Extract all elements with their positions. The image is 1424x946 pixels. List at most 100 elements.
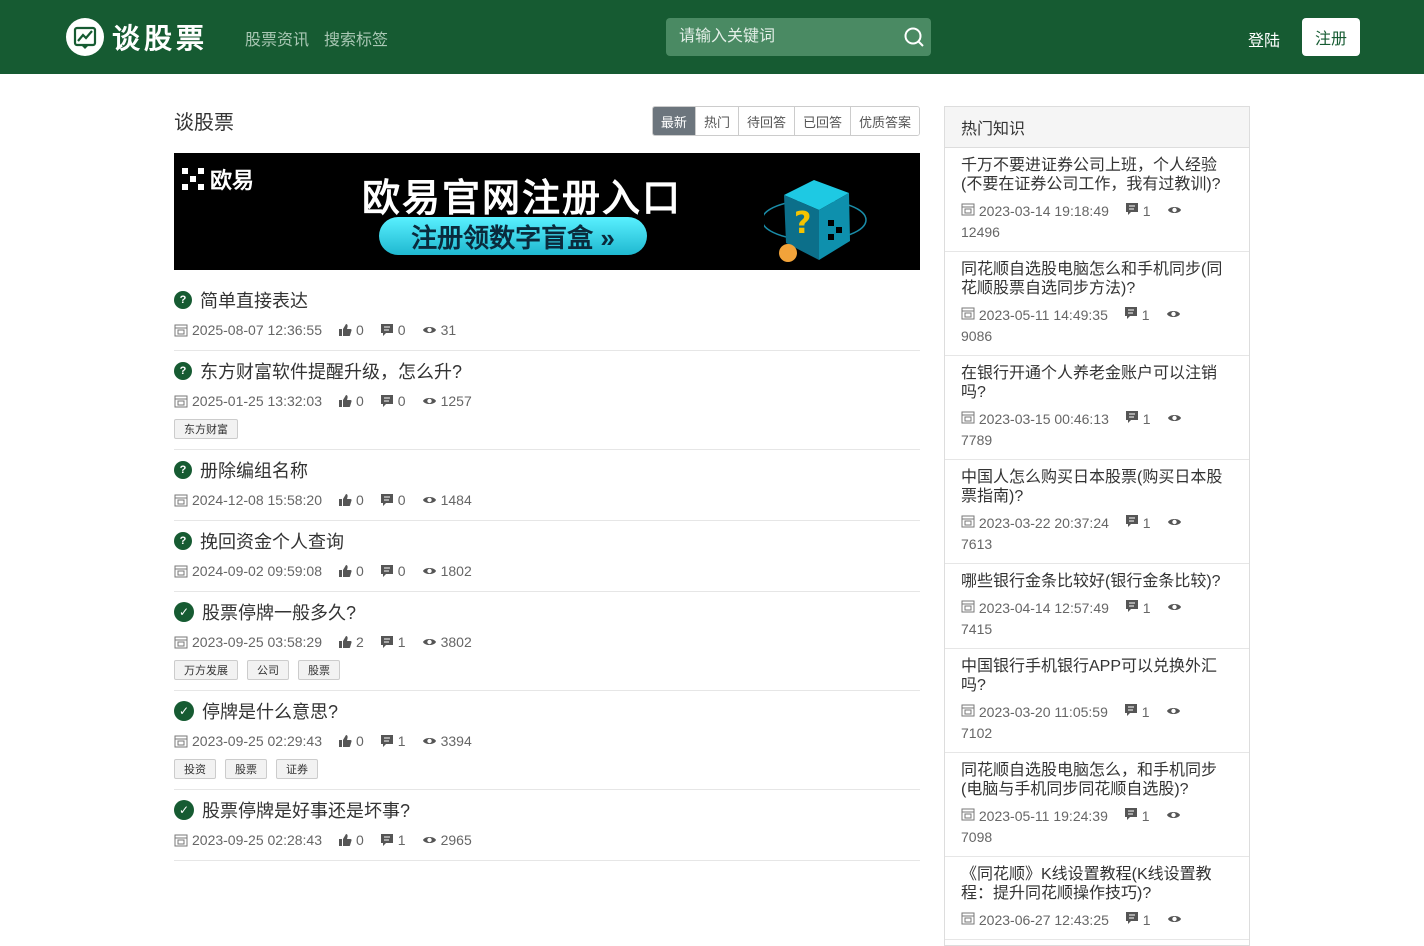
calendar-icon <box>174 394 188 408</box>
question-title[interactable]: 东方财富软件提醒升级，怎么升? <box>200 358 462 384</box>
svg-text:?: ? <box>794 206 811 241</box>
question-item: ? 东方财富软件提醒升级，怎么升? 2025-01-25 13:32:03 0 … <box>174 351 920 450</box>
thumbs-up-icon[interactable] <box>338 323 352 337</box>
login-link[interactable]: 登陆 <box>1248 27 1280 51</box>
hot-item-title[interactable]: 中国银行手机银行APP可以兑换外汇吗? <box>961 657 1233 695</box>
hot-item-title[interactable]: 哪些银行金条比较好(银行金条比较)? <box>961 572 1233 591</box>
question-title[interactable]: 股票停牌一般多久? <box>202 599 356 625</box>
question-title[interactable]: 停牌是什么意思? <box>202 698 338 724</box>
question-item: ? 简单直接表达 2025-08-07 12:36:55 0 0 31 <box>174 280 920 351</box>
eye-icon <box>1167 201 1182 222</box>
hot-item: 《同花顺》K线设置教程(K线设置教程：提升同花顺操作技巧)? 2023-06-2… <box>945 857 1249 940</box>
search-box <box>666 18 931 56</box>
comment-icon <box>1125 201 1139 222</box>
hot-item: 同花顺自选股电脑怎么和手机同步(同花顺股票自选同步方法)? 2023-05-11… <box>945 252 1249 356</box>
thumbs-up-icon[interactable] <box>338 493 352 507</box>
ad-banner[interactable]: 欧易 欧易官网注册入口 注册领数字盲盒 » ? <box>174 153 920 270</box>
question-list: ? 简单直接表达 2025-08-07 12:36:55 0 0 31 ? 东方… <box>174 280 920 861</box>
mystery-box-icon: ? <box>761 165 874 268</box>
question-item: ✓ 股票停牌是好事还是坏事? 2023-09-25 02:28:43 0 1 2… <box>174 790 920 861</box>
comment-icon <box>380 394 394 408</box>
thumbs-up-icon[interactable] <box>338 394 352 408</box>
comment-icon <box>1125 910 1139 931</box>
check-icon: ✓ <box>174 701 194 721</box>
calendar-icon <box>174 635 188 649</box>
question-title[interactable]: 简单直接表达 <box>200 287 308 313</box>
tag[interactable]: 东方财富 <box>174 419 238 439</box>
hot-item: 在银行开通个人养老金账户可以注销吗? 2023-03-15 00:46:13 1… <box>945 356 1249 460</box>
question-item: ? 册除编组名称 2024-12-08 15:58:20 0 0 1484 <box>174 450 920 521</box>
calendar-icon <box>961 806 975 827</box>
thumbs-up-icon[interactable] <box>338 833 352 847</box>
tag[interactable]: 投资 <box>174 759 216 779</box>
tab-unanswered[interactable]: 待回答 <box>737 107 794 135</box>
logo-text: 谈股票 <box>112 22 209 55</box>
calendar-icon <box>174 493 188 507</box>
question-mark-icon: ? <box>174 532 192 550</box>
question-date: 2023-09-25 02:28:43 <box>192 832 322 848</box>
eye-icon <box>422 494 437 506</box>
thumbs-up-icon[interactable] <box>338 635 352 649</box>
nav-search-tags[interactable]: 搜索标签 <box>324 26 388 50</box>
comment-icon <box>380 323 394 337</box>
eye-icon <box>1167 598 1182 619</box>
sort-tabs: 最新 热门 待回答 已回答 优质答案 <box>651 106 920 136</box>
hot-item: 同花顺自选股电脑怎么，和手机同步(电脑与手机同步同花顺自选股)? 2023-05… <box>945 753 1249 857</box>
search-icon[interactable] <box>903 26 925 48</box>
banner-cta-button[interactable]: 注册领数字盲盒 » <box>379 217 647 255</box>
comment-icon <box>380 635 394 649</box>
hot-item-title[interactable]: 千万不要进证券公司上班，个人经验(不要在证券公司工作，我有过教训)? <box>961 156 1233 194</box>
calendar-icon <box>174 323 188 337</box>
question-date: 2024-12-08 15:58:20 <box>192 492 322 508</box>
tab-quality[interactable]: 优质答案 <box>849 107 919 135</box>
register-button[interactable]: 注册 <box>1302 18 1360 56</box>
okx-logo-icon <box>182 168 204 190</box>
question-mark-icon: ? <box>174 291 192 309</box>
eye-icon <box>1166 702 1181 723</box>
calendar-icon <box>961 201 975 222</box>
calendar-icon <box>961 910 975 931</box>
tab-hot[interactable]: 热门 <box>694 107 738 135</box>
calendar-icon <box>961 702 975 723</box>
tab-latest[interactable]: 最新 <box>652 107 695 135</box>
tag[interactable]: 股票 <box>298 660 340 680</box>
thumbs-up-icon[interactable] <box>338 564 352 578</box>
calendar-icon <box>174 734 188 748</box>
tag[interactable]: 证券 <box>276 759 318 779</box>
tab-answered[interactable]: 已回答 <box>793 107 850 135</box>
hot-item-title[interactable]: 在银行开通个人养老金账户可以注销吗? <box>961 364 1233 402</box>
comment-icon <box>1125 598 1139 619</box>
banner-brand: 欧易 <box>182 163 254 195</box>
hot-item-title[interactable]: 中国人怎么购买日本股票(购买日本股票指南)? <box>961 468 1233 506</box>
calendar-icon <box>174 564 188 578</box>
check-icon: ✓ <box>174 602 194 622</box>
thumbs-up-icon[interactable] <box>338 734 352 748</box>
search-input[interactable] <box>666 18 896 56</box>
comment-icon <box>380 493 394 507</box>
main-content: 谈股票 最新 热门 待回答 已回答 优质答案 欧易 欧易官网注册入口 注册领数字… <box>174 100 920 861</box>
question-title[interactable]: 册除编组名称 <box>200 457 308 483</box>
hot-item: 哪些银行金条比较好(银行金条比较)? 2023-04-14 12:57:49 1… <box>945 564 1249 649</box>
tag[interactable]: 万方发展 <box>174 660 238 680</box>
tag[interactable]: 股票 <box>225 759 267 779</box>
question-title[interactable]: 股票停牌是好事还是坏事? <box>202 797 410 823</box>
eye-icon <box>422 395 437 407</box>
question-title[interactable]: 挽回资金个人查询 <box>200 528 344 554</box>
hot-item-title[interactable]: 同花顺自选股电脑怎么和手机同步(同花顺股票自选同步方法)? <box>961 260 1233 298</box>
hot-item-title[interactable]: 同花顺自选股电脑怎么，和手机同步(电脑与手机同步同花顺自选股)? <box>961 761 1233 799</box>
question-date: 2025-08-07 12:36:55 <box>192 322 322 338</box>
check-icon: ✓ <box>174 800 194 820</box>
comment-icon <box>1124 305 1138 326</box>
question-item: ? 挽回资金个人查询 2024-09-02 09:59:08 0 0 1802 <box>174 521 920 592</box>
tag[interactable]: 公司 <box>247 660 289 680</box>
eye-icon <box>1167 513 1182 534</box>
panel-title: 热门知识 <box>945 107 1249 148</box>
question-date: 2024-09-02 09:59:08 <box>192 563 322 579</box>
question-item: ✓ 停牌是什么意思? 2023-09-25 02:29:43 0 1 3394 … <box>174 691 920 790</box>
site-logo[interactable]: 谈股票 <box>66 16 208 58</box>
nav-stock-news[interactable]: 股票资讯 <box>245 26 309 50</box>
hot-item: 千万不要进证券公司上班，个人经验(不要在证券公司工作，我有过教训)? 2023-… <box>945 148 1249 252</box>
hot-knowledge-panel: 热门知识 千万不要进证券公司上班，个人经验(不要在证券公司工作，我有过教训)? … <box>944 106 1250 946</box>
top-navbar: 谈股票 股票资讯 搜索标签 登陆 注册 <box>0 0 1424 74</box>
hot-item-title[interactable]: 《同花顺》K线设置教程(K线设置教程：提升同花顺操作技巧)? <box>961 865 1233 903</box>
